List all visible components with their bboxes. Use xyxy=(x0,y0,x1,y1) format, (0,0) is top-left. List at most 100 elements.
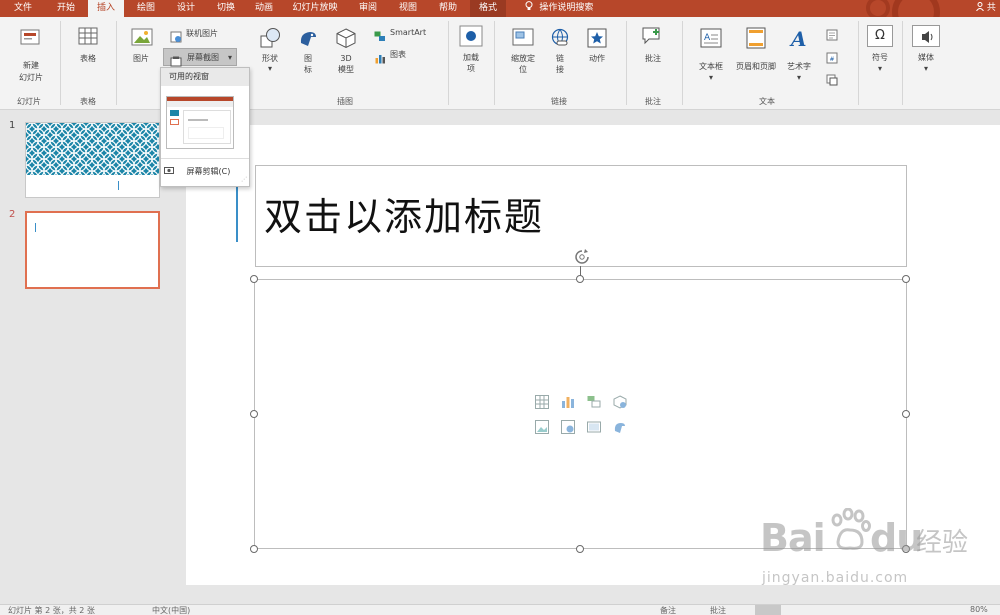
ribbon-separator xyxy=(858,21,859,105)
link-button[interactable]: 链 接 xyxy=(546,25,574,85)
normal-view-button[interactable] xyxy=(755,605,781,615)
ribbon-separator xyxy=(60,21,61,105)
media-button[interactable]: 媒体 ▾ xyxy=(908,23,944,83)
notes-button[interactable]: 备注 xyxy=(660,605,676,615)
table-label: 表格 xyxy=(80,54,96,63)
tab-design[interactable]: 设计 xyxy=(168,0,204,17)
rotate-handle-icon[interactable] xyxy=(573,248,591,270)
shapes-button[interactable]: 形状 ▾ xyxy=(256,25,284,85)
screenshot-label: 屏幕截图 xyxy=(187,53,219,62)
media-label: 媒体 xyxy=(918,53,934,62)
baidu-watermark: Bai du 经验 jingyan.baidu.com xyxy=(760,507,970,598)
insert-video-icon[interactable] xyxy=(587,419,601,438)
slide-thumbnail-2[interactable] xyxy=(25,211,160,289)
date-time-button[interactable] xyxy=(826,26,838,41)
comments-button[interactable]: 批注 xyxy=(710,605,726,615)
omega-icon: Ω xyxy=(867,25,893,47)
insert-online-picture-icon[interactable] xyxy=(561,419,575,438)
online-pictures-button[interactable]: 联机图片 xyxy=(168,26,232,43)
zoom-button[interactable]: 缩放定 位 xyxy=(504,25,542,85)
screen-clipping-item[interactable]: 屏幕剪辑(C) xyxy=(164,166,244,178)
chevron-down-icon: ▾ xyxy=(708,73,713,82)
new-slide-icon xyxy=(20,27,42,51)
symbols-button[interactable]: Ω 符号 ▾ xyxy=(864,23,896,83)
tell-me-search[interactable]: 操作说明搜索 xyxy=(514,0,604,17)
action-label: 动作 xyxy=(589,54,605,63)
wordart-label: 艺术字 xyxy=(787,62,811,71)
bar-chart-icon xyxy=(375,49,386,68)
table-button[interactable]: 表格 xyxy=(68,23,108,89)
shapes-label: 形状 xyxy=(262,54,278,63)
resize-handle[interactable] xyxy=(902,275,910,283)
slide-number-button[interactable]: # xyxy=(826,49,838,64)
title-placeholder-text: 双击以添加标题 xyxy=(264,195,545,239)
chart-button[interactable]: 图表 xyxy=(372,48,422,64)
slide-count-status: 幻灯片 第 2 张，共 2 张 xyxy=(8,606,95,615)
lightbulb-icon xyxy=(525,1,533,11)
tab-format[interactable]: 格式 xyxy=(470,0,506,17)
object-button[interactable] xyxy=(826,71,838,86)
3d-models-label: 3D xyxy=(340,54,352,63)
3d-models-button[interactable]: 3D 模型 xyxy=(332,25,360,85)
svg-text:#: # xyxy=(830,56,835,63)
resize-handle[interactable] xyxy=(576,545,584,553)
insert-3d-model-icon[interactable] xyxy=(613,394,627,413)
tell-me-label: 操作说明搜索 xyxy=(539,3,594,13)
wordart-button[interactable]: A 艺术字 ▾ xyxy=(782,25,816,85)
comment-label: 批注 xyxy=(645,54,661,63)
resize-handle[interactable] xyxy=(250,410,258,418)
insert-chart-icon[interactable] xyxy=(561,394,575,413)
window-slide-thumb xyxy=(170,119,179,125)
resize-handle[interactable] xyxy=(250,545,258,553)
tab-animations[interactable]: 动画 xyxy=(246,0,282,17)
slide-thumbnail-1[interactable] xyxy=(25,122,160,198)
resize-handle[interactable] xyxy=(902,410,910,418)
smartart-button[interactable]: SmartArt xyxy=(372,26,434,41)
textbox-button[interactable]: A 文本框 ▾ xyxy=(692,25,730,85)
group-slides-title: 幻灯片 xyxy=(17,97,41,106)
resize-handle[interactable] xyxy=(576,275,584,283)
tab-insert[interactable]: 插入 xyxy=(88,0,124,17)
tab-help[interactable]: 帮助 xyxy=(430,0,466,17)
star-icon xyxy=(587,28,607,52)
insert-picture-icon[interactable] xyxy=(535,419,549,438)
paw-logo-icon xyxy=(828,507,872,558)
ribbon-tab-bar: 文件 开始 插入 绘图 设计 切换 动画 幻灯片放映 审阅 视图 帮助 格式 操… xyxy=(0,0,1000,36)
status-bar: 幻灯片 第 2 张，共 2 张 中文(中国) 备注 批注 80% xyxy=(0,604,1000,615)
window-slide-thumb xyxy=(170,110,179,116)
share-button[interactable]: 共 xyxy=(972,0,1000,17)
icons-label: 图 xyxy=(304,54,312,63)
ribbon-separator xyxy=(902,21,903,105)
tab-home[interactable]: 开始 xyxy=(46,0,86,17)
tab-draw[interactable]: 绘图 xyxy=(128,0,164,17)
comment-button[interactable]: 批注 xyxy=(636,23,670,83)
tab-transitions[interactable]: 切换 xyxy=(208,0,244,17)
window-slide xyxy=(183,110,231,144)
addins-button[interactable]: 加载 项 xyxy=(456,23,486,83)
tab-view[interactable]: 视图 xyxy=(390,0,426,17)
insert-smartart-icon[interactable] xyxy=(587,394,601,413)
picture-button[interactable]: 图片 xyxy=(124,23,158,83)
header-footer-icon xyxy=(746,27,766,53)
ribbon-separator xyxy=(116,21,117,105)
insert-icon-icon[interactable] xyxy=(613,419,627,438)
available-window-thumbnail[interactable] xyxy=(166,96,234,149)
smartart-icon xyxy=(374,27,386,46)
resize-handle[interactable] xyxy=(250,275,258,283)
header-footer-button[interactable]: 页眉和页脚 xyxy=(734,25,778,85)
insert-table-icon[interactable] xyxy=(535,394,549,413)
watermark-brand: Bai xyxy=(760,516,826,560)
tab-file[interactable]: 文件 xyxy=(4,0,42,17)
tab-slideshow[interactable]: 幻灯片放映 xyxy=(286,0,344,17)
action-button[interactable]: 动作 xyxy=(582,25,612,85)
shapes-icon xyxy=(259,27,281,53)
language-status[interactable]: 中文(中国) xyxy=(152,605,190,615)
chevron-down-icon: ▾ xyxy=(228,53,233,62)
icons-button[interactable]: 图 标 xyxy=(294,25,322,85)
screenshot-button[interactable]: 屏幕截图 ▾ xyxy=(163,48,237,67)
zoom-icon xyxy=(512,28,534,50)
tab-review[interactable]: 审阅 xyxy=(350,0,386,17)
new-slide-button[interactable]: 新建 幻灯片 xyxy=(10,23,52,89)
svg-text:A: A xyxy=(789,27,807,49)
zoom-level[interactable]: 80% xyxy=(970,605,988,614)
